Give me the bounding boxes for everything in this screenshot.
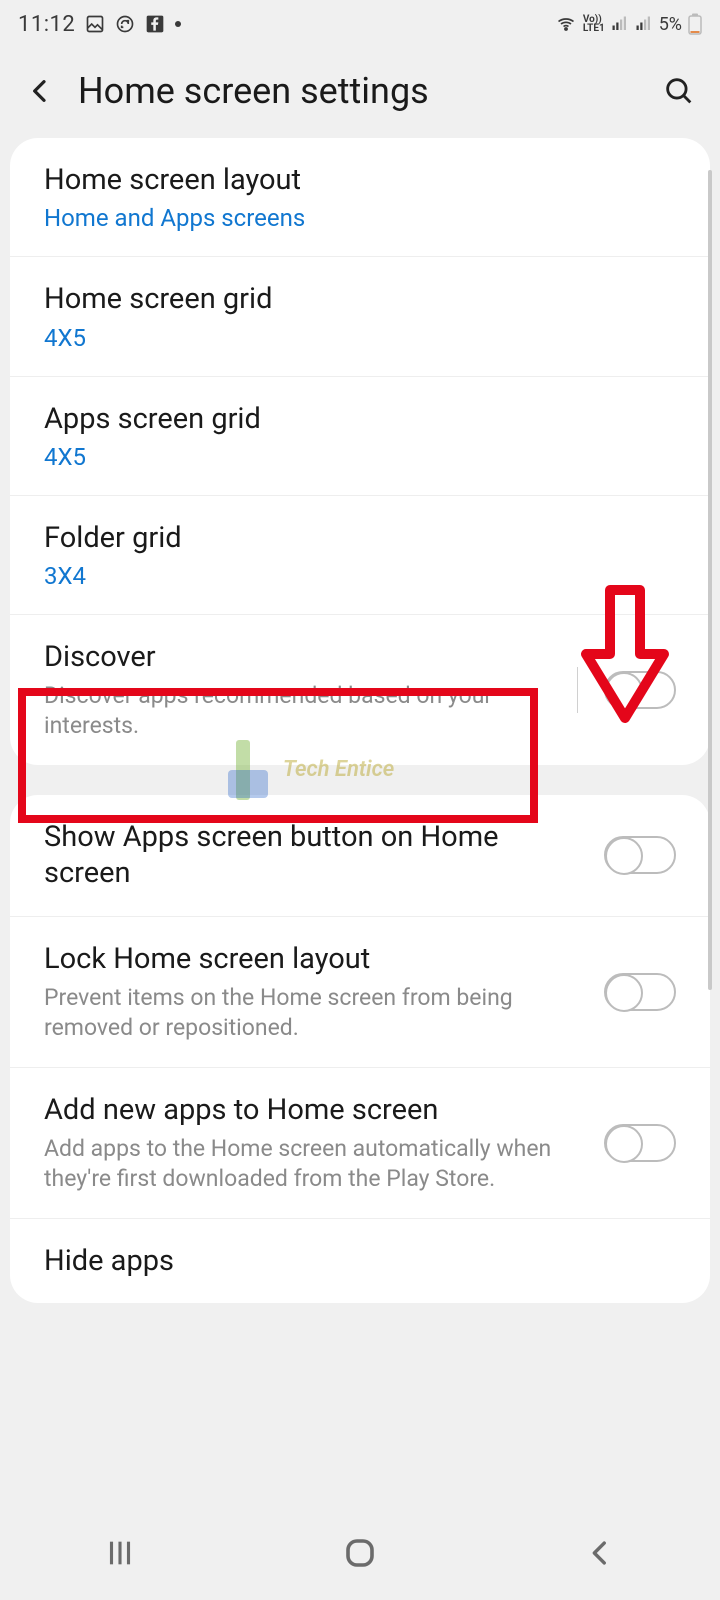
lock-home-layout-toggle[interactable] xyxy=(604,973,676,1011)
recent-apps-button[interactable] xyxy=(103,1536,137,1574)
row-label: Lock Home screen layout xyxy=(44,941,584,977)
settings-card-2: Show Apps screen button on Home screen L… xyxy=(10,795,710,1303)
row-folder-grid[interactable]: Folder grid 3X4 xyxy=(10,496,710,615)
row-label: Hide apps xyxy=(44,1243,676,1279)
row-label: Discover xyxy=(44,639,557,675)
row-show-apps-button[interactable]: Show Apps screen button on Home screen xyxy=(10,795,710,917)
row-value: Home and Apps screens xyxy=(44,204,676,232)
sync-icon xyxy=(115,14,135,34)
signal-icon-1 xyxy=(611,15,629,33)
row-add-new-apps[interactable]: Add new apps to Home screen Add apps to … xyxy=(10,1068,710,1219)
row-label: Home screen layout xyxy=(44,162,676,198)
row-desc: Discover apps recommended based on your … xyxy=(44,681,557,741)
settings-card-1: Home screen layout Home and Apps screens… xyxy=(10,138,710,765)
row-home-screen-layout[interactable]: Home screen layout Home and Apps screens xyxy=(10,138,710,257)
row-label: Apps screen grid xyxy=(44,401,676,437)
scrollbar[interactable] xyxy=(708,170,712,990)
row-lock-home-layout[interactable]: Lock Home screen layout Prevent items on… xyxy=(10,917,710,1068)
status-left: 11:12 xyxy=(18,12,181,37)
signal-icon-2 xyxy=(635,15,653,33)
row-desc: Add apps to the Home screen automaticall… xyxy=(44,1134,584,1194)
row-desc: Prevent items on the Home screen from be… xyxy=(44,983,584,1043)
system-back-button[interactable] xyxy=(583,1536,617,1574)
search-button[interactable] xyxy=(662,74,696,108)
row-value: 4X5 xyxy=(44,324,676,352)
row-home-screen-grid[interactable]: Home screen grid 4X5 xyxy=(10,257,710,376)
show-apps-button-toggle[interactable] xyxy=(604,836,676,874)
facebook-icon xyxy=(145,14,165,34)
row-hide-apps[interactable]: Hide apps xyxy=(10,1219,710,1303)
battery-pct: 5% xyxy=(659,14,682,35)
status-right: Vo))LTE1 5% xyxy=(555,13,702,35)
system-nav-bar xyxy=(0,1510,720,1600)
image-icon xyxy=(85,14,105,34)
row-label: Add new apps to Home screen xyxy=(44,1092,584,1128)
add-new-apps-toggle[interactable] xyxy=(604,1124,676,1162)
row-label: Folder grid xyxy=(44,520,676,556)
row-discover[interactable]: Discover Discover apps recommended based… xyxy=(10,615,710,765)
page-title: Home screen settings xyxy=(78,70,640,112)
app-bar: Home screen settings xyxy=(0,48,720,138)
battery-icon xyxy=(688,13,702,35)
home-button[interactable] xyxy=(342,1535,378,1575)
back-button[interactable] xyxy=(24,75,56,107)
wifi-icon xyxy=(555,14,577,34)
row-value: 4X5 xyxy=(44,443,676,471)
row-value: 3X4 xyxy=(44,562,676,590)
row-label: Show Apps screen button on Home screen xyxy=(44,819,584,892)
row-label: Home screen grid xyxy=(44,281,676,317)
status-more-dot-icon xyxy=(175,21,181,27)
status-bar: 11:12 Vo))LTE1 5% xyxy=(0,0,720,48)
volte-icon: Vo))LTE1 xyxy=(583,15,605,33)
discover-toggle[interactable] xyxy=(604,671,676,709)
status-time: 11:12 xyxy=(18,12,75,37)
vertical-divider xyxy=(577,667,578,713)
row-apps-screen-grid[interactable]: Apps screen grid 4X5 xyxy=(10,377,710,496)
